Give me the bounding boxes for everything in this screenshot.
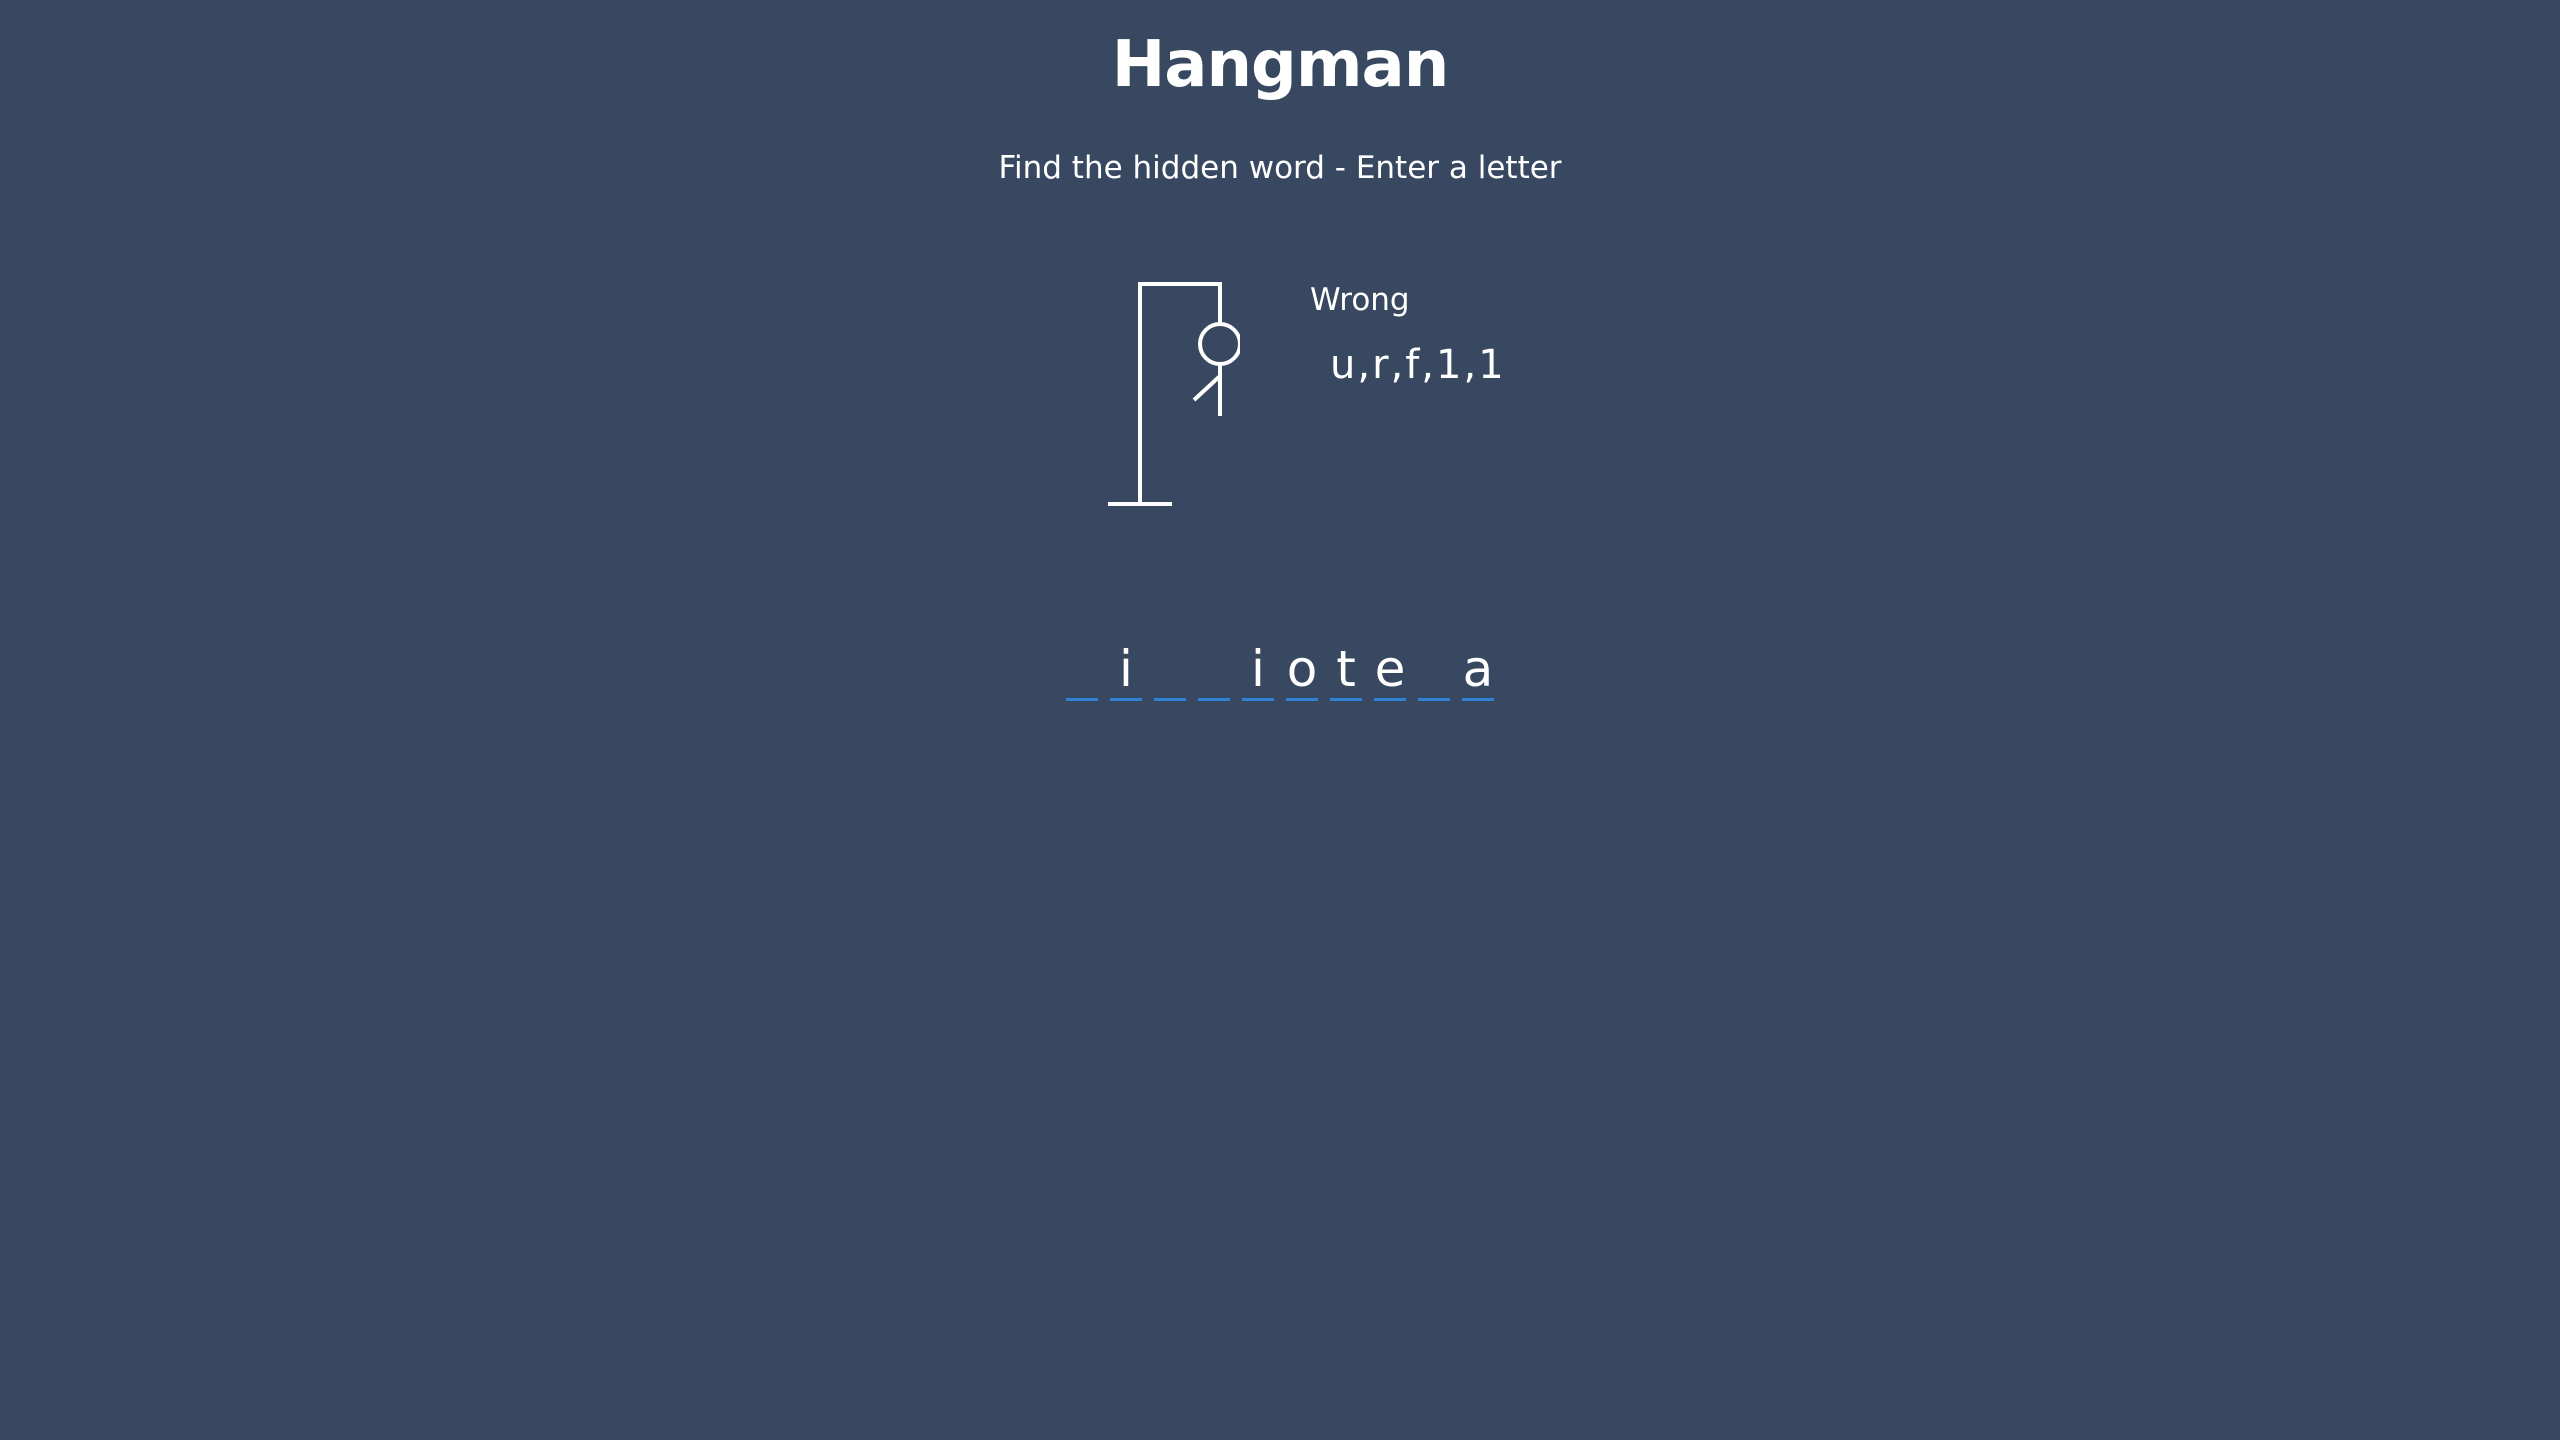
hangman-left-arm <box>1192 374 1222 402</box>
instructions-text: Find the hidden word - Enter a letter <box>998 150 1562 186</box>
letter-slot: i <box>1110 640 1142 701</box>
hidden-word: i i o t e a <box>1066 640 1494 706</box>
hangman-figure <box>1100 276 1240 516</box>
letter-slot <box>1418 640 1450 701</box>
gallows-drawing <box>1108 282 1240 506</box>
letter-slot <box>1198 640 1230 701</box>
letter-slot <box>1066 640 1098 701</box>
letter-slot: e <box>1374 640 1406 701</box>
page-title: Hangman <box>1111 28 1450 102</box>
letter-slot: o <box>1286 640 1318 701</box>
letter-slot: t <box>1330 640 1362 701</box>
letter-slot <box>1154 640 1186 701</box>
letter-slot: i <box>1242 640 1274 701</box>
letter-slot: a <box>1462 640 1494 701</box>
hangman-page: Hangman Find the hidden word - Enter a l… <box>0 0 2560 1440</box>
hangman-head <box>1198 322 1240 366</box>
wrong-letters: u,r,f,1,1 <box>1330 342 1506 388</box>
wrong-label: Wrong <box>1310 282 1410 318</box>
wrong-guesses-panel: Wrong u,r,f,1,1 <box>1310 282 1510 388</box>
